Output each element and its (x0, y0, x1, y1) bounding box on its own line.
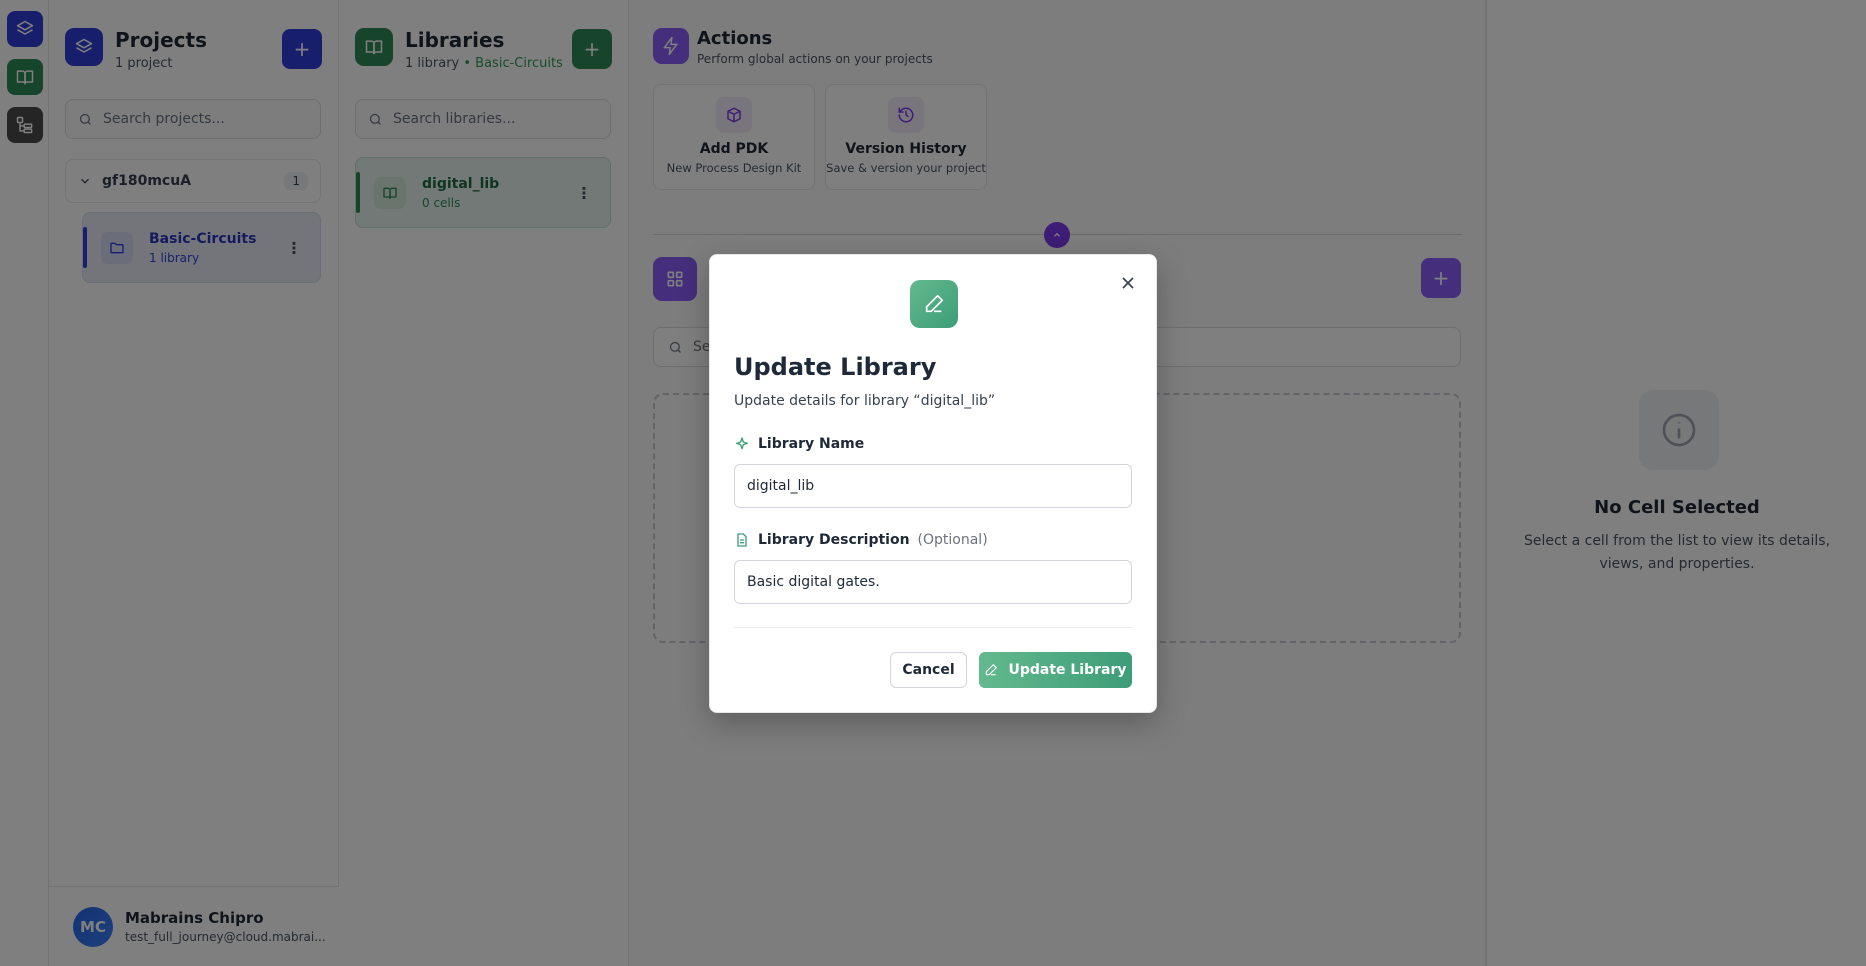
close-button[interactable] (1116, 271, 1140, 295)
update-library-button[interactable]: Update Library (979, 652, 1132, 688)
dialog-icon-box (910, 280, 958, 328)
close-icon (1122, 277, 1134, 289)
pencil-icon (925, 294, 944, 313)
library-description-label: Library Description (Optional) (734, 532, 988, 548)
library-description-label-text: Library Description (758, 532, 910, 548)
dialog-title: Update Library (734, 353, 937, 381)
update-library-button-label: Update Library (1008, 662, 1127, 678)
cancel-button[interactable]: Cancel (890, 652, 967, 688)
update-library-dialog: Update Library Update details for librar… (709, 254, 1157, 713)
library-description-input[interactable] (734, 560, 1132, 604)
pencil-icon (986, 664, 998, 676)
sparkle-icon (736, 437, 748, 450)
document-icon (737, 533, 747, 547)
dialog-description: Update details for library “digital_lib” (734, 393, 996, 409)
dialog-divider (734, 627, 1132, 628)
optional-tag: (Optional) (917, 532, 988, 548)
library-name-input[interactable] (734, 464, 1132, 508)
library-name-label-text: Library Name (758, 436, 865, 452)
library-name-label: Library Name (734, 436, 864, 452)
